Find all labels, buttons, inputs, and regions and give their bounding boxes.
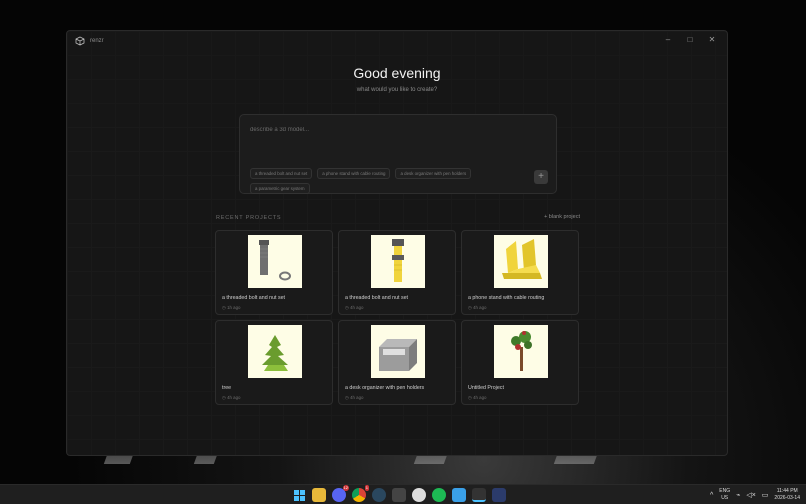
- greeting-subtitle: what would you like to create?: [356, 87, 438, 93]
- project-thumbnail: [494, 325, 548, 378]
- prompt-box: a threaded bolt and nut set a phone stan…: [239, 114, 557, 194]
- title-bar: renzr – □ ✕: [67, 31, 727, 51]
- project-thumbnail: [371, 325, 425, 378]
- renzr-icon[interactable]: [472, 488, 486, 502]
- clock[interactable]: 11:44 PM 2026-03-14: [774, 488, 800, 502]
- project-title: Untitled Project: [468, 385, 504, 391]
- chrome-icon[interactable]: 1: [352, 485, 369, 502]
- project-thumbnail: [371, 235, 425, 288]
- battery-icon[interactable]: ▭: [762, 491, 769, 499]
- submit-prompt-button[interactable]: +: [534, 170, 548, 184]
- suggestion-chip[interactable]: a desk organizer with pen holders: [395, 168, 472, 179]
- chevron-up-icon[interactable]: ^: [710, 492, 713, 499]
- windows-start-icon[interactable]: [292, 488, 306, 502]
- yellow-bolt-model-icon: [392, 239, 404, 282]
- prompt-input[interactable]: [250, 124, 540, 136]
- taskbar-apps: 12 1: [292, 485, 506, 502]
- project-thumbnail: [248, 235, 302, 288]
- maximize-button[interactable]: □: [685, 35, 695, 45]
- bolt-nut-model-icon: [259, 240, 291, 281]
- project-card[interactable]: a phone stand with cable routing ◷ 4h ag…: [461, 230, 579, 315]
- suggestion-chip[interactable]: a parametric gear system: [250, 183, 310, 194]
- project-title: a threaded bolt and nut set: [345, 295, 409, 301]
- close-button[interactable]: ✕: [707, 35, 717, 45]
- discord-icon[interactable]: 12: [332, 485, 349, 502]
- project-card[interactable]: a desk organizer with pen holders ◷ 4h a…: [338, 320, 456, 405]
- obs-icon[interactable]: [412, 488, 426, 502]
- taskbar: 12 1 ^ ENG US ⌁ ◁× ▭ 11:44 PM 2026-03-14: [0, 484, 806, 504]
- phone-stand-model-icon: [502, 239, 542, 279]
- project-card[interactable]: a threaded bolt and nut set ◷ 1h ago: [215, 230, 333, 315]
- suggestion-chip[interactable]: a phone stand with cable routing: [317, 168, 391, 179]
- project-time: ◷ 4h ago: [345, 305, 364, 310]
- recent-projects-label: RECENT PROJECTS: [216, 215, 282, 221]
- project-grid: a threaded bolt and nut set ◷ 1h ago a t…: [215, 230, 581, 405]
- steam-icon[interactable]: [372, 488, 386, 502]
- cube-logo-icon: [75, 36, 85, 46]
- project-thumbnail: [494, 235, 548, 288]
- network-icon[interactable]: ⌁: [736, 491, 740, 499]
- project-time: ◷ 4h ago: [468, 395, 487, 400]
- volume-muted-icon[interactable]: ◁×: [746, 491, 755, 499]
- notepad-icon[interactable]: [452, 488, 466, 502]
- project-time: ◷ 4h ago: [345, 395, 364, 400]
- recent-projects-header: RECENT PROJECTS + blank project: [216, 214, 580, 224]
- suggestion-chip[interactable]: a threaded bolt and nut set: [250, 168, 313, 179]
- project-title: tree: [222, 385, 232, 391]
- file-explorer-icon[interactable]: [312, 488, 326, 502]
- green-tree-model-icon: [262, 335, 288, 371]
- desk-organizer-model-icon: [379, 339, 417, 371]
- project-title: a desk organizer with pen holders: [345, 385, 425, 391]
- spotify-icon[interactable]: [432, 488, 446, 502]
- blank-project-button[interactable]: + blank project: [544, 214, 580, 220]
- project-time: ◷ 4h ago: [468, 305, 487, 310]
- project-title: a phone stand with cable routing: [468, 295, 545, 301]
- system-tray: ^ ENG US ⌁ ◁× ▭ 11:44 PM 2026-03-14: [710, 485, 800, 504]
- project-time: ◷ 1h ago: [222, 305, 241, 310]
- app-window: renzr – □ ✕ Good evening what would you …: [66, 30, 728, 456]
- app-title: renzr: [90, 38, 104, 44]
- window-controls: – □ ✕: [663, 35, 717, 45]
- project-time: ◷ 4h ago: [222, 395, 241, 400]
- project-card[interactable]: tree ◷ 4h ago: [215, 320, 333, 405]
- language-indicator[interactable]: ENG US: [719, 488, 730, 502]
- project-card[interactable]: Untitled Project ◷ 4h ago: [461, 320, 579, 405]
- project-card[interactable]: a threaded bolt and nut set ◷ 4h ago: [338, 230, 456, 315]
- tree-model-icon: [511, 331, 532, 371]
- project-title: a threaded bolt and nut set: [222, 295, 286, 301]
- game-icon[interactable]: [392, 488, 406, 502]
- suggestion-chips: a threaded bolt and nut set a phone stan…: [250, 168, 510, 194]
- discord-badge: 12: [342, 485, 349, 491]
- minimize-button[interactable]: –: [663, 35, 673, 45]
- greeting-heading: Good evening: [353, 65, 441, 81]
- app-a-icon[interactable]: [492, 488, 506, 502]
- project-thumbnail: [248, 325, 302, 378]
- chrome-badge: 1: [364, 485, 369, 491]
